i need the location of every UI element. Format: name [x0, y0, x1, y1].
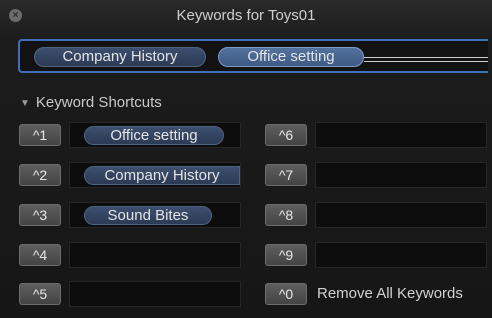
shortcut-slot-3[interactable]: Sound Bites [69, 202, 241, 228]
window-title: Keywords for Toys01 [176, 7, 316, 24]
shortcut-key-0[interactable]: ^0 [265, 283, 307, 305]
shortcut-slot-1[interactable]: Office setting [69, 122, 241, 148]
shortcut-key-9[interactable]: ^9 [265, 244, 307, 266]
shortcut-slot-9[interactable] [315, 242, 487, 268]
shortcut-key-6[interactable]: ^6 [265, 124, 307, 146]
shortcut-key-5[interactable]: ^5 [19, 283, 61, 305]
remove-all-keywords-button[interactable]: Remove All Keywords [317, 285, 463, 302]
keywords-window: × Keywords for Toys01 Company History Of… [0, 0, 492, 318]
shortcut-keyword-2[interactable]: Company History [84, 166, 240, 185]
keyword-token-office-setting[interactable]: Office setting [218, 47, 364, 67]
shortcut-slot-4[interactable] [69, 242, 241, 268]
shortcut-slot-2[interactable]: Company History [69, 162, 241, 188]
keyword-field[interactable]: Company History Office setting [18, 39, 488, 73]
shortcut-slot-7[interactable] [315, 162, 487, 188]
shortcut-key-1[interactable]: ^1 [19, 124, 61, 146]
shortcut-slot-6[interactable] [315, 122, 487, 148]
text-cursor-line [364, 57, 488, 62]
shortcut-slot-8[interactable] [315, 202, 487, 228]
shortcut-key-8[interactable]: ^8 [265, 204, 307, 226]
shortcut-key-7[interactable]: ^7 [265, 164, 307, 186]
shortcut-key-2[interactable]: ^2 [19, 164, 61, 186]
keyword-token-company-history[interactable]: Company History [34, 47, 206, 67]
shortcut-keyword-1[interactable]: Office setting [84, 126, 224, 145]
shortcut-keyword-3[interactable]: Sound Bites [84, 206, 212, 225]
keyword-shortcuts-label: Keyword Shortcuts [35, 94, 162, 111]
shortcut-key-4[interactable]: ^4 [19, 244, 61, 266]
keyword-shortcuts-header[interactable]: ▼ Keyword Shortcuts [20, 94, 162, 111]
disclosure-triangle-icon[interactable]: ▼ [20, 98, 30, 109]
shortcut-key-3[interactable]: ^3 [19, 204, 61, 226]
shortcut-slot-5[interactable] [69, 281, 241, 307]
